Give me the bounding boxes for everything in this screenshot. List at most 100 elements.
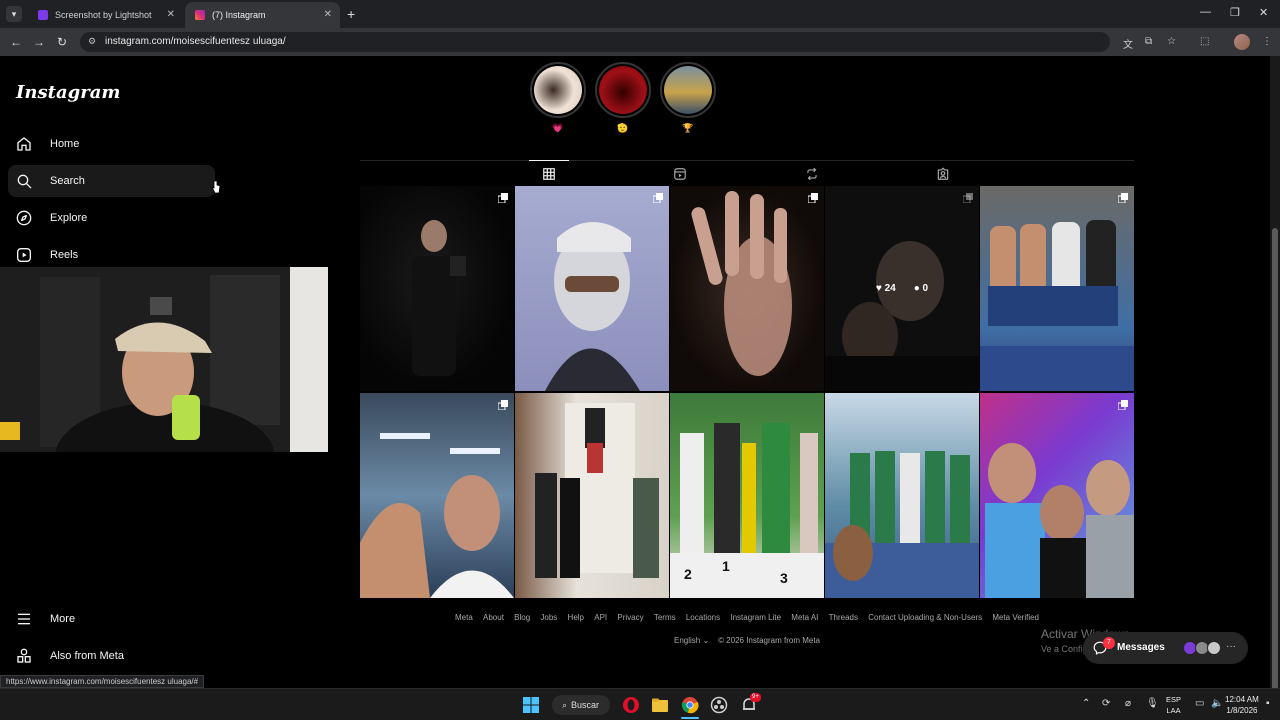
tab-reposts[interactable] xyxy=(792,161,832,187)
posts-grid: ♥ 24 ● 0 2 1 3 xyxy=(360,186,1134,598)
post-thumbnail[interactable]: 2 1 3 xyxy=(670,393,824,598)
footer-link[interactable]: Jobs xyxy=(540,613,557,622)
post-thumbnail[interactable] xyxy=(670,186,824,391)
tray-overflow-icon[interactable]: ⌃ xyxy=(1082,698,1090,709)
site-info-icon[interactable]: ⚙ xyxy=(88,36,96,47)
extensions-icon[interactable]: ⬚ xyxy=(1200,36,1209,47)
post-thumbnail[interactable] xyxy=(515,186,669,391)
new-tab-button[interactable]: + xyxy=(347,6,355,22)
close-window-button[interactable]: ✕ xyxy=(1259,6,1268,19)
sync-icon[interactable]: ⟳ xyxy=(1102,698,1110,709)
story-cover xyxy=(534,66,582,114)
post-thumbnail[interactable] xyxy=(360,186,514,391)
language-select[interactable]: English ⌄ xyxy=(674,636,709,645)
messages-label: Messages xyxy=(1117,642,1165,653)
display-icon[interactable]: ▭ xyxy=(1195,698,1204,709)
messages-button[interactable]: 7 Messages ··· xyxy=(1083,632,1248,664)
post-thumbnail[interactable] xyxy=(825,393,979,598)
hamburger-menu-icon xyxy=(18,613,30,625)
more-options-icon[interactable]: ··· xyxy=(1226,641,1236,652)
install-app-icon[interactable]: ⧉ xyxy=(1145,36,1152,47)
sidebar-item-more[interactable]: More xyxy=(8,603,215,635)
minimize-button[interactable]: — xyxy=(1200,6,1211,18)
footer-link[interactable]: Meta AI xyxy=(791,613,818,622)
post-thumbnail[interactable] xyxy=(515,393,669,598)
file-explorer-icon[interactable] xyxy=(651,696,669,714)
chrome-icon[interactable] xyxy=(681,696,699,714)
notification-center-icon[interactable]: ▪ xyxy=(1266,698,1270,709)
address-bar-row: ← → ↻ ⚙ instagram.com/moisescifuentesz u… xyxy=(0,28,1280,56)
input-language[interactable]: ESP LAA xyxy=(1166,694,1181,716)
system-clock[interactable]: 12:04 AM 1/8/2026 xyxy=(1225,694,1259,716)
story-label: 🏆 xyxy=(682,123,694,133)
profile-avatar[interactable] xyxy=(1234,34,1250,50)
close-tab-icon[interactable]: ✕ xyxy=(167,9,175,20)
sidebar-item-search[interactable]: Search xyxy=(8,165,215,197)
copyright: © 2026 Instagram from Meta xyxy=(718,636,820,645)
story-highlight[interactable] xyxy=(595,62,651,118)
volume-icon[interactable]: 🔈 xyxy=(1211,698,1223,709)
sidebar-item-label: Reels xyxy=(50,249,79,261)
windows-start-icon[interactable] xyxy=(522,696,540,714)
obs-icon[interactable] xyxy=(710,696,728,714)
tab-title: Screenshot by Lightshot xyxy=(55,10,152,20)
mouse-pointer-icon xyxy=(211,180,221,194)
footer-link[interactable]: Locations xyxy=(686,613,720,622)
footer-link[interactable]: Instagram Lite xyxy=(730,613,781,622)
post-thumbnail[interactable] xyxy=(980,393,1134,598)
sidebar-item-label: Search xyxy=(50,175,85,187)
close-tab-icon[interactable]: ✕ xyxy=(324,9,332,20)
network-off-icon[interactable]: ⌀ xyxy=(1125,698,1131,709)
post-thumbnail[interactable] xyxy=(360,393,514,598)
footer-link[interactable]: Meta xyxy=(455,613,473,622)
clock-time: 12:04 AM xyxy=(1225,695,1259,704)
footer-link[interactable]: API xyxy=(594,613,607,622)
forward-button[interactable]: → xyxy=(33,35,45,49)
url-text[interactable]: instagram.com/moisescifuentesz uluaga/ xyxy=(105,36,286,47)
instagram-logo[interactable]: Instagram xyxy=(16,82,120,103)
footer-link[interactable]: Help xyxy=(568,613,584,622)
footer-links: Meta About Blog Jobs Help API Privacy Te… xyxy=(360,613,1134,622)
taskbar-search[interactable]: ⌕ Buscar xyxy=(552,695,610,715)
post-image xyxy=(985,443,1134,598)
footer-link[interactable]: Meta Verified xyxy=(992,613,1039,622)
page-scrollbar[interactable] xyxy=(1270,56,1280,718)
messages-badge: 7 xyxy=(1103,637,1115,649)
restore-button[interactable]: ❐ xyxy=(1230,6,1240,19)
post-thumbnail[interactable]: ♥ 24 ● 0 xyxy=(825,186,979,391)
sidebar-item-home[interactable]: Home xyxy=(8,128,215,160)
bookmark-star-icon[interactable]: ☆ xyxy=(1167,36,1176,47)
microphone-icon[interactable]: 🎙 xyxy=(1146,698,1159,709)
footer-link[interactable]: Threads xyxy=(829,613,858,622)
tab-instagram[interactable]: (7) Instagram ✕ xyxy=(185,2,340,28)
opera-icon[interactable] xyxy=(622,696,640,714)
carousel-icon xyxy=(1118,400,1128,410)
tab-reels[interactable] xyxy=(660,161,700,187)
sidebar-item-also-from-meta[interactable]: Also from Meta xyxy=(8,640,215,672)
reload-button[interactable]: ↻ xyxy=(57,35,67,49)
footer-link[interactable]: Terms xyxy=(654,613,676,622)
footer-link[interactable]: Blog xyxy=(514,613,530,622)
clock-date: 1/8/2026 xyxy=(1226,706,1258,715)
footer-link[interactable]: Contact Uploading & Non-Users xyxy=(868,613,982,622)
tab-tagged[interactable] xyxy=(923,161,963,187)
sidebar-item-explore[interactable]: Explore xyxy=(8,202,215,234)
footer-link[interactable]: About xyxy=(483,613,504,622)
tab-list-button[interactable]: ▾ xyxy=(6,6,22,22)
omnibox[interactable]: ⚙ instagram.com/moisescifuentesz uluaga/ xyxy=(80,32,1110,52)
translate-icon[interactable]: 文 xyxy=(1123,36,1133,51)
scrollbar-thumb[interactable] xyxy=(1272,228,1278,718)
story-highlight[interactable] xyxy=(660,62,716,118)
compass-icon xyxy=(16,210,32,226)
post-thumbnail[interactable] xyxy=(980,186,1134,391)
search-icon xyxy=(17,174,32,189)
tab-lightshot[interactable]: Screenshot by Lightshot ✕ xyxy=(28,2,183,28)
back-button[interactable]: ← xyxy=(10,35,22,49)
story-highlight[interactable] xyxy=(530,62,586,118)
keyboard-layout: LAA xyxy=(1166,706,1181,715)
footer-link[interactable]: Privacy xyxy=(617,613,643,622)
grid-icon xyxy=(543,167,555,180)
windows-taskbar: ⌕ Buscar 9+ ⌃ ⟳ ⌀ 🎙 ESP LAA ▭ 🔈 12:04 AM … xyxy=(0,688,1280,720)
browser-menu-icon[interactable]: ⋮ xyxy=(1262,36,1272,47)
tab-posts[interactable] xyxy=(529,160,569,186)
